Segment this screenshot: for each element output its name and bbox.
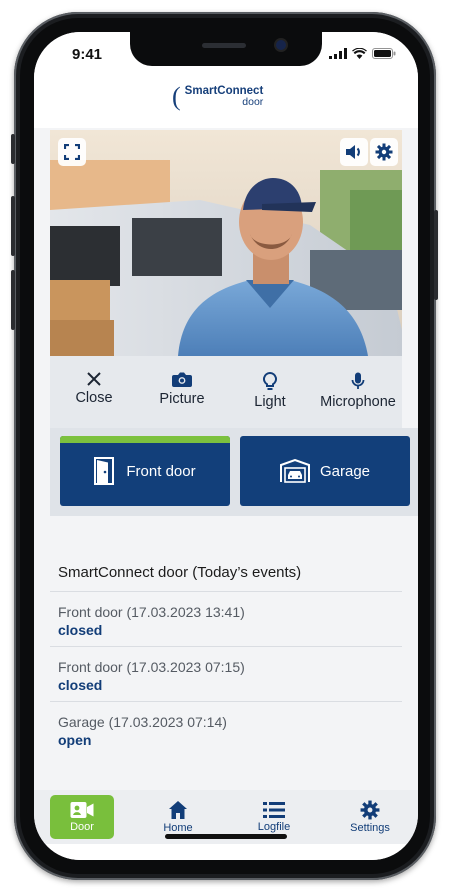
tab-home[interactable]: Home <box>146 795 210 839</box>
door-buttons: Front door Garage <box>50 428 418 516</box>
gear-icon <box>375 143 393 161</box>
tab-logfile[interactable]: Logfile <box>242 795 306 839</box>
tab-settings-label: Settings <box>350 822 390 834</box>
home-indicator[interactable] <box>165 834 287 839</box>
lightbulb-icon <box>263 372 277 390</box>
close-label: Close <box>75 390 113 406</box>
fullscreen-button[interactable] <box>58 138 86 166</box>
list-item[interactable]: Garage (17.03.2023 07:14) open <box>50 702 402 756</box>
event-title: Front door (17.03.2023 13:41) <box>58 604 245 620</box>
garage-button[interactable]: Garage <box>240 436 410 506</box>
front-door-label: Front door <box>126 462 196 480</box>
camera-icon <box>172 372 192 387</box>
video-feed[interactable] <box>50 130 402 356</box>
event-title: Front door (17.03.2023 07:15) <box>58 659 245 675</box>
app-header: ( SmartConnect door <box>34 76 418 128</box>
home-area <box>34 844 418 860</box>
tab-logfile-label: Logfile <box>257 821 291 833</box>
light-button[interactable]: Light <box>226 356 314 426</box>
event-status: closed <box>58 677 103 693</box>
list-item[interactable]: Front door (17.03.2023 13:41) closed <box>50 592 402 647</box>
picture-label: Picture <box>159 391 205 407</box>
side-button <box>434 210 438 300</box>
front-door-button[interactable]: Front door <box>60 436 230 506</box>
event-title: Garage (17.03.2023 07:14) <box>58 714 227 730</box>
microphone-icon <box>351 372 365 389</box>
event-status: open <box>58 732 92 748</box>
house-icon <box>169 801 187 819</box>
close-icon <box>87 372 101 386</box>
fullscreen-icon <box>64 144 80 160</box>
tab-door[interactable]: Door <box>50 795 114 839</box>
door-icon <box>94 457 115 485</box>
settings-button[interactable] <box>370 138 398 166</box>
garage-label: Garage <box>319 462 371 480</box>
garage-icon <box>279 459 310 483</box>
call-controls: Close Picture Light Microphone <box>50 356 402 426</box>
tab-settings[interactable]: Settings <box>338 795 402 839</box>
events-list: SmartConnect door (Today’s events) Front… <box>50 552 402 756</box>
light-label: Light <box>254 394 286 410</box>
active-indicator <box>60 436 230 443</box>
picture-button[interactable]: Picture <box>138 356 226 426</box>
side-button <box>11 196 15 256</box>
events-title: SmartConnect door (Today’s events) <box>50 552 402 592</box>
intercom-panel: Close Picture Light Microphone Front doo… <box>50 130 418 516</box>
speaker-icon <box>346 145 360 159</box>
video-camera-icon <box>70 802 94 818</box>
screen: 9:41 ( SmartConnect door Close Picture L… <box>34 32 418 860</box>
microphone-label: Microphone <box>320 394 396 410</box>
side-button <box>11 134 15 164</box>
tab-door-label: Door <box>70 821 94 833</box>
cellular-signal-icon <box>329 48 347 59</box>
tab-home-label: Home <box>163 822 193 834</box>
system-icons <box>329 48 396 59</box>
battery-icon <box>372 48 396 59</box>
logo-subtext: door <box>242 96 264 108</box>
list-item[interactable]: Front door (17.03.2023 07:15) closed <box>50 647 402 702</box>
close-button[interactable]: Close <box>50 356 138 426</box>
wifi-icon <box>352 48 367 59</box>
list-icon <box>263 802 285 818</box>
speaker-button[interactable] <box>340 138 368 166</box>
side-button <box>11 270 15 330</box>
microphone-button[interactable]: Microphone <box>314 356 402 426</box>
status-time: 9:41 <box>72 46 103 63</box>
app-logo: ( SmartConnect door <box>172 82 264 111</box>
gear-icon <box>360 800 380 820</box>
event-status: closed <box>58 622 103 638</box>
notch <box>130 32 322 66</box>
